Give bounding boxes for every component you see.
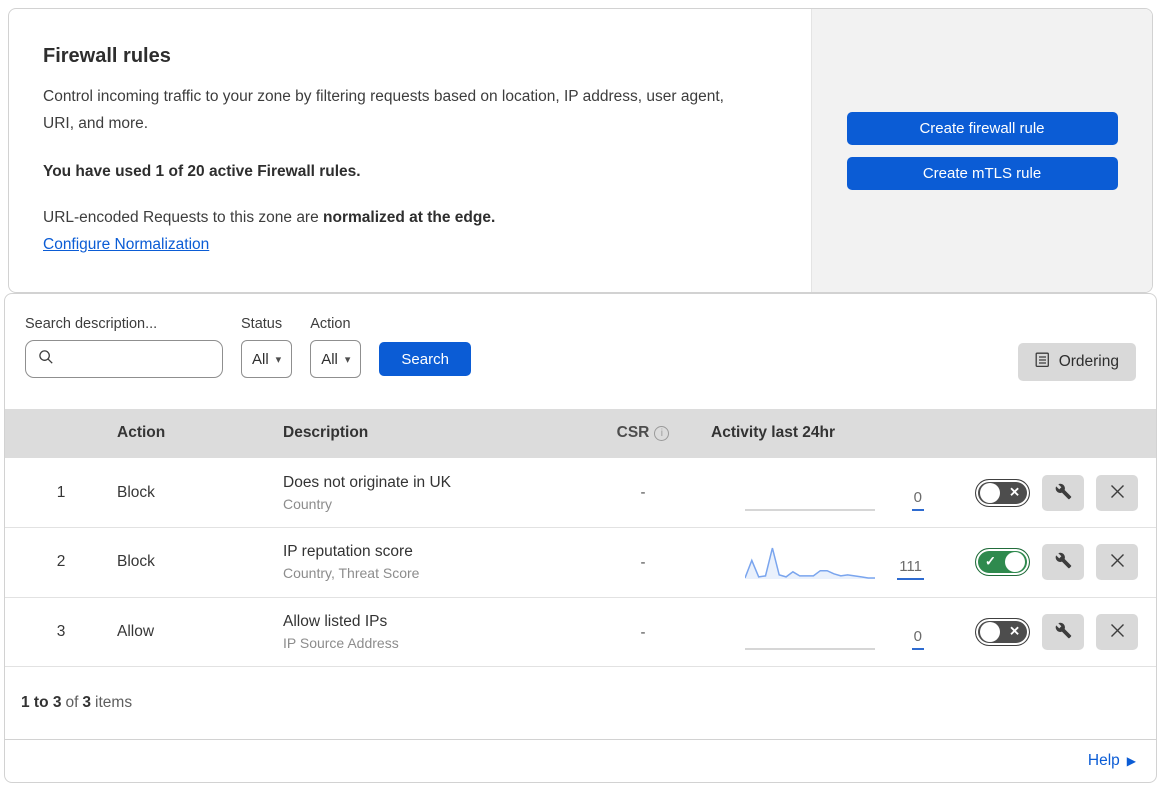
x-icon: ✕ (1009, 484, 1020, 500)
normalization-note: URL-encoded Requests to this zone are no… (43, 209, 777, 227)
toggle-knob (980, 622, 1000, 643)
firewall-rules-card: Firewall rules Control incoming traffic … (8, 8, 1153, 293)
rule-csr-value: - (640, 553, 646, 571)
activity-count-link[interactable]: 0 (911, 628, 924, 651)
column-header-csr: CSR (616, 424, 650, 442)
arrow-right-icon: ▶ (1126, 754, 1136, 769)
normalization-text: URL-encoded Requests to this zone are (43, 209, 319, 227)
close-icon (1110, 623, 1125, 641)
column-header-activity: Activity last 24hr (711, 424, 836, 442)
action-select[interactable]: All ▾ (310, 340, 362, 378)
firewall-rules-intro: Firewall rules Control incoming traffic … (9, 9, 811, 292)
rule-action: Block (117, 483, 155, 501)
table-row: 1 Block Does not originate in UK Country… (5, 458, 1156, 529)
rule-priority: 1 (56, 483, 66, 501)
rule-enabled-toggle[interactable]: ✓ ✕ (975, 618, 1030, 647)
info-icon[interactable]: i (654, 425, 670, 441)
edit-rule-button[interactable] (1042, 544, 1084, 581)
table-header: Action Description CSR i Activity last 2… (5, 408, 1156, 459)
usage-note: You have used 1 of 20 active Firewall ru… (43, 163, 361, 181)
activity-sparkline (745, 648, 875, 650)
rule-priority: 3 (56, 623, 66, 641)
x-icon: ✕ (1009, 623, 1020, 639)
wrench-icon (1055, 622, 1072, 642)
rule-action: Block (117, 553, 155, 571)
rule-csr-value: - (640, 484, 646, 502)
action-label: Action (310, 316, 351, 332)
ordering-button[interactable]: Ordering (1017, 343, 1136, 381)
close-icon (1110, 484, 1125, 502)
configure-normalization-link[interactable]: Configure Normalization (43, 236, 209, 254)
activity-sparkline (745, 548, 875, 580)
actions-panel: Create firewall rule Create mTLS rule (811, 9, 1152, 292)
rule-enabled-toggle[interactable]: ✓ ✕ (975, 478, 1030, 507)
rule-description: IP reputation score (283, 543, 413, 561)
activity-count-link[interactable]: 0 (911, 489, 924, 511)
help-link[interactable]: Help ▶ (1088, 752, 1136, 770)
delete-rule-button[interactable] (1096, 474, 1138, 511)
search-icon (38, 349, 54, 369)
rule-fields: Country, Threat Score (283, 565, 420, 582)
rule-description: Does not originate in UK (283, 473, 452, 491)
search-input[interactable] (62, 341, 261, 377)
rule-fields: IP Source Address (283, 635, 399, 652)
action-select-value: All (321, 350, 338, 368)
table-row: 3 Allow Allow listed IPs IP Source Addre… (5, 597, 1156, 668)
search-label: Search description... (25, 316, 158, 332)
page-description: Control incoming traffic to your zone by… (43, 88, 724, 133)
activity-sparkline (745, 509, 875, 511)
search-button[interactable]: Search (379, 342, 471, 376)
rules-list-card: Search description... Status All ▾ Actio… (4, 293, 1157, 783)
ordering-button-label: Ordering (1058, 353, 1119, 370)
check-icon: ✓ (985, 554, 996, 570)
status-select[interactable]: All ▾ (241, 340, 293, 378)
items-total: 3 (82, 694, 92, 712)
rule-enabled-toggle[interactable]: ✓ ✕ (975, 548, 1030, 577)
chevron-down-icon: ▾ (344, 353, 351, 366)
page-title: Firewall rules (43, 45, 171, 67)
rule-action: Allow (117, 623, 155, 641)
help-row: Help ▶ (5, 739, 1156, 782)
toggle-knob (980, 482, 1000, 503)
search-box (25, 340, 261, 378)
rule-priority: 2 (56, 553, 66, 571)
edit-rule-button[interactable] (1042, 614, 1084, 651)
rule-description: Allow listed IPs (283, 613, 388, 631)
column-header-action: Action (117, 424, 166, 442)
delete-rule-button[interactable] (1096, 544, 1138, 581)
status-label: Status (241, 316, 283, 332)
pagination-summary: 1 to 3 of 3 items (21, 694, 133, 712)
edit-rule-button[interactable] (1042, 474, 1084, 511)
ordering-list-icon (1035, 352, 1050, 373)
wrench-icon (1055, 483, 1072, 503)
close-icon (1110, 553, 1125, 571)
wrench-icon (1055, 552, 1072, 572)
chevron-down-icon: ▾ (275, 353, 282, 366)
status-select-value: All (252, 350, 269, 368)
toggle-knob (1005, 552, 1025, 573)
create-mtls-rule-button[interactable]: Create mTLS rule (846, 156, 1118, 190)
filter-bar: Search description... Status All ▾ Actio… (5, 294, 1156, 409)
table-row: 2 Block IP reputation score Country, Thr… (5, 528, 1156, 598)
activity-count-link[interactable]: 111 (897, 558, 924, 581)
delete-rule-button[interactable] (1096, 614, 1138, 651)
rule-fields: Country (283, 495, 333, 512)
normalization-bold-text: normalized at the edge. (323, 209, 496, 227)
column-header-description: Description (283, 424, 369, 442)
rule-csr-value: - (640, 623, 646, 641)
create-firewall-rule-button[interactable]: Create firewall rule (846, 111, 1118, 145)
items-range: 1 to 3 (21, 694, 62, 712)
